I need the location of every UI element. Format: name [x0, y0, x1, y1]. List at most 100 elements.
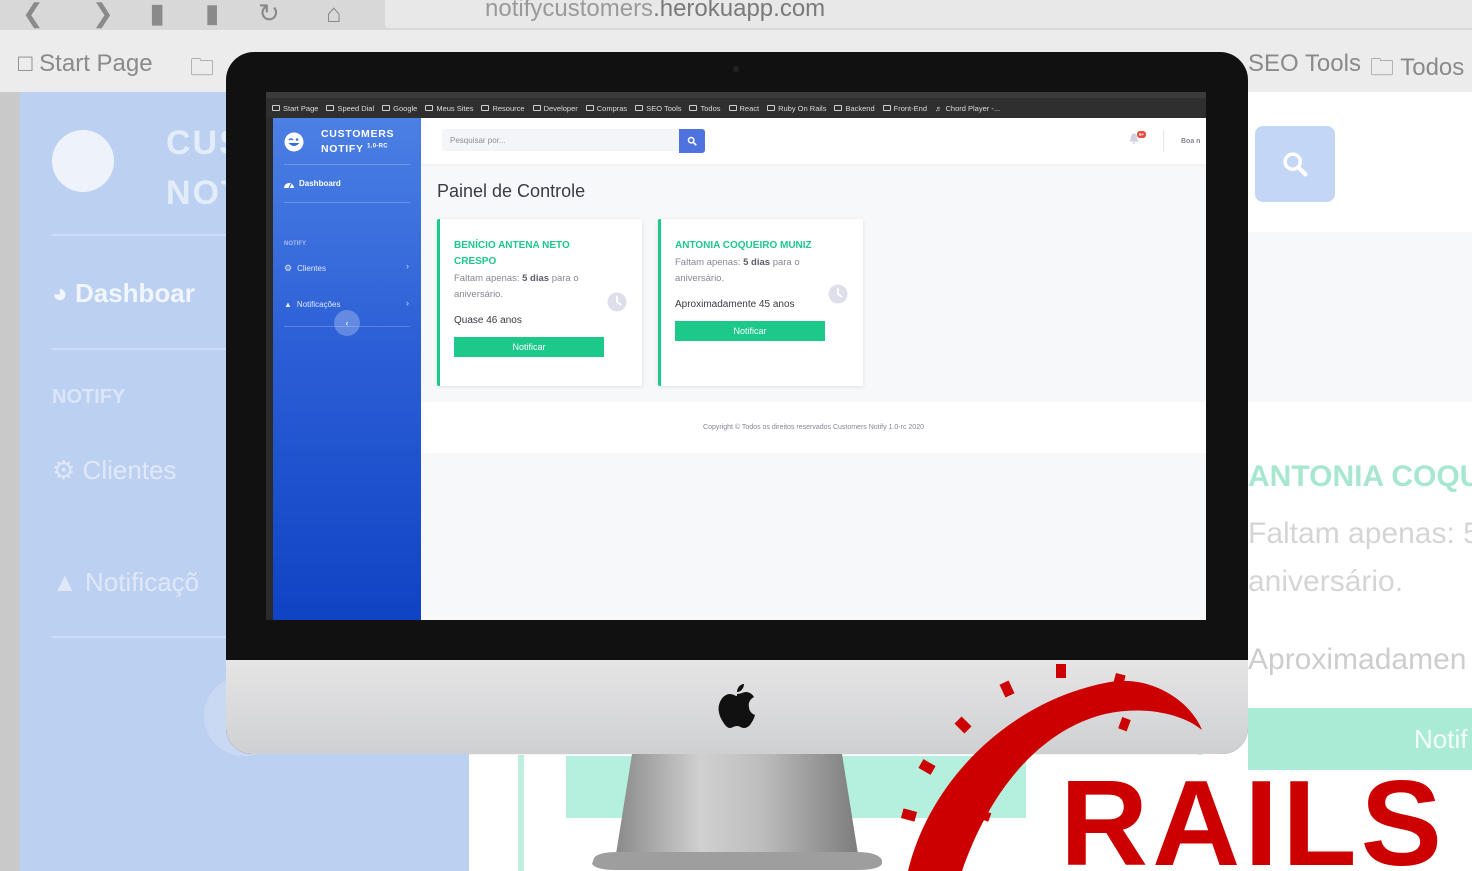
sidebar-edge [0, 92, 20, 871]
background-nav-notificacoes[interactable]: ▲ Notificaçõ [52, 567, 199, 598]
screen-left-edge [266, 118, 273, 620]
folder-icon [767, 105, 776, 111]
camera [733, 66, 739, 72]
search-icon [687, 136, 697, 146]
folder-icon [834, 105, 843, 111]
chevron-right-icon[interactable]: › [406, 298, 409, 308]
card-customer-name: BENÍCIO ANTENA NETO CRESPO [454, 240, 570, 267]
imac-stand [592, 754, 882, 870]
folder-icon [425, 105, 434, 111]
sidebar-divider [284, 164, 410, 165]
app-screen: Start Page Speed Dial Google Meus Sites … [266, 92, 1206, 620]
home-icon[interactable]: ⌂ [326, 0, 342, 26]
clock-icon [828, 284, 848, 304]
url-domain: .herokuapp.com [653, 0, 826, 22]
sidebar-toggle-button[interactable]: ‹ [334, 310, 360, 336]
sidebar-heading: NOTIFY [284, 241, 306, 247]
wink-logo-icon [284, 132, 304, 152]
bookmark-seo-tools[interactable]: SEO Tools [1248, 50, 1361, 78]
brand-subtitle: NOTIFY 1.0-RC [321, 143, 388, 155]
bookmark-item[interactable]: Backend [834, 104, 875, 113]
rails-wordmark: RAILS [1060, 755, 1446, 871]
chevron-right-icon[interactable]: › [406, 261, 409, 271]
notify-button[interactable]: Notificar [454, 337, 604, 357]
bookmark-item[interactable]: Meus Sites [425, 104, 473, 113]
bookmark-item[interactable]: SEO Tools [635, 104, 681, 113]
bookmark-item[interactable]: Compras [585, 104, 627, 113]
folder-icon [728, 105, 737, 111]
bookmark-item[interactable]: ♬ Chord Player -... [935, 104, 1000, 113]
bookmark-todos[interactable]: 🗀 Todos [1370, 50, 1464, 91]
bookmark-item[interactable]: Developer [532, 104, 578, 113]
background-card-line: aniversário. [1248, 565, 1404, 598]
folder-icon [635, 105, 644, 111]
sidebar-item-notificacoes[interactable]: ▲ Notificações [284, 300, 410, 309]
bookmark-item[interactable]: Start Page [272, 104, 318, 113]
background-heading-notify: NOTIFY [52, 386, 126, 408]
wink-logo-icon [52, 130, 114, 192]
background-card-strip [518, 755, 524, 871]
card-customer-name: ANTONIA COQUEIRO MUNIZ [675, 240, 812, 251]
url-prefix: notifycustomers [485, 0, 654, 22]
background-content [1220, 232, 1472, 402]
chord-icon: ♬ [935, 103, 943, 113]
bookmark-item[interactable]: Todos [689, 104, 721, 113]
page-title: Painel de Controle [437, 181, 586, 201]
search-button[interactable] [679, 129, 705, 153]
folder-icon [585, 105, 594, 111]
folder-icon[interactable]: 🗀 [190, 50, 214, 91]
sidebar-divider [284, 202, 410, 203]
bookmark-item[interactable]: Google [382, 104, 417, 113]
background-card-line: Faltam apenas: 5 [1248, 517, 1472, 550]
topbar: 9+ Boa n [421, 118, 1206, 164]
address-bar[interactable]: notifycustomers.herokuapp.com [385, 0, 1472, 28]
background-search-button[interactable] [1255, 126, 1335, 202]
birthday-card: BENÍCIO ANTENA NETO CRESPO Faltam apenas… [437, 219, 642, 386]
sidebar: CUSTOMERS NOTIFY 1.0-RC Dashboard NOTIFY… [273, 118, 421, 620]
bookmark-item[interactable]: React [728, 104, 759, 113]
sidebar-item-dashboard[interactable]: Dashboard [284, 179, 341, 188]
folder-icon [532, 105, 541, 111]
card-age: Quase 46 anos [454, 315, 522, 326]
background-card-name: ANTONIA COQU [1248, 460, 1472, 493]
bookmark-start-page[interactable]: □ Start Page [18, 50, 153, 78]
brand-name: CUSTOMERS [321, 128, 395, 140]
card-days-remaining: Faltam apenas: 5 dias para o aniversário… [675, 257, 800, 284]
page-icon [272, 105, 280, 111]
sidebar-item-clientes[interactable]: ⚙ Clientes [284, 263, 410, 274]
screen-bookmarks-bar: Start Page Speed Dial Google Meus Sites … [266, 98, 1206, 118]
footer-copyright: Copyright © Todos os direitos reservados… [421, 402, 1206, 453]
clock-icon [607, 292, 627, 312]
background-nav-clientes[interactable]: ⚙ Clientes [52, 455, 176, 486]
bell-icon: ▲ [284, 300, 292, 309]
search-input[interactable] [442, 129, 679, 151]
rails-logo: RAILS [900, 664, 1446, 871]
notify-button[interactable]: Notificar [675, 321, 825, 341]
card-days-remaining: Faltam apenas: 5 dias para o aniversário… [454, 273, 579, 300]
bookmark-item[interactable]: Ruby On Rails [767, 104, 826, 113]
brand-version: 1.0-RC [367, 143, 388, 150]
forward-arrow-icon[interactable]: ❯ [92, 0, 114, 26]
birthday-card: ANTONIA COQUEIRO MUNIZ Faltam apenas: 5 … [658, 219, 863, 386]
bookmark-item[interactable]: Resource [481, 104, 525, 113]
history-forward-icon[interactable]: ▮ [205, 0, 219, 26]
folder-icon [481, 105, 490, 111]
user-greeting[interactable]: Boa n [1181, 138, 1200, 145]
folder-icon [326, 105, 335, 111]
gear-icon: ⚙ [284, 263, 293, 273]
bookmark-item[interactable]: Speed Dial [326, 104, 374, 113]
apple-logo-icon [718, 684, 755, 728]
topbar-divider [1163, 130, 1164, 152]
bookmark-item[interactable]: Front-End [882, 104, 927, 113]
notification-badge: 9+ [1137, 131, 1147, 138]
reload-icon[interactable]: ↻ [258, 0, 280, 26]
search-icon [1283, 152, 1308, 177]
dashboard-gauge-icon [284, 182, 294, 188]
folder-icon [382, 105, 391, 111]
folder-icon [689, 105, 698, 111]
history-icon[interactable]: ▮ [150, 0, 164, 26]
back-arrow-icon[interactable]: ❮ [22, 0, 44, 26]
background-nav-dashboard[interactable]: ◕ Dashboar [52, 278, 195, 309]
card-age: Aproximadamente 45 anos [675, 299, 795, 310]
folder-icon [882, 105, 891, 111]
